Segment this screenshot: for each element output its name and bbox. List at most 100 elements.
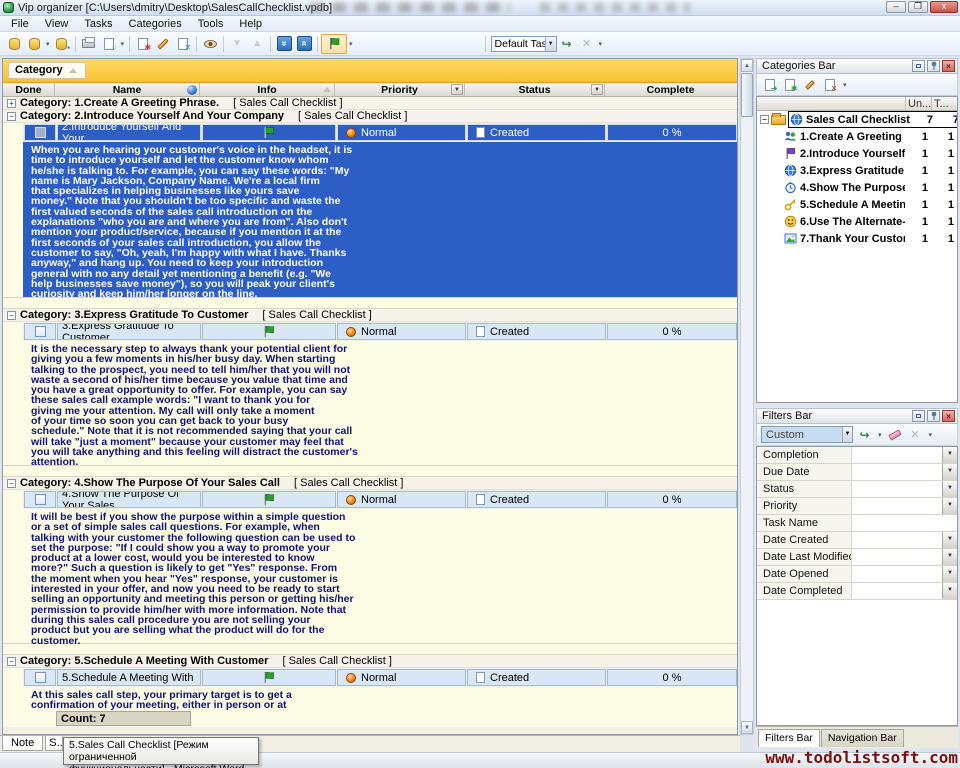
close-button[interactable]: x — [930, 1, 958, 13]
tab-filters-bar[interactable]: Filters Bar — [758, 729, 820, 747]
task-row-2[interactable]: 2.Introduce Yourself And Your Normal Cre… — [3, 123, 737, 142]
panel-pin-icon[interactable] — [927, 60, 940, 72]
column-info[interactable]: Info — [200, 83, 335, 96]
task-status-cell[interactable]: Created — [467, 124, 606, 141]
collapse-all-icon[interactable]: » — [294, 34, 314, 54]
filter-dropdown-icon[interactable]: ▼ — [942, 498, 957, 514]
panel-pin-icon[interactable] — [927, 410, 940, 422]
task-info-cell[interactable] — [202, 491, 336, 508]
group-header-4[interactable]: − Category: 4.Show The Purpose Of Your S… — [3, 477, 737, 490]
tree-item-4[interactable]: 4.Show The Purpose Of Y 1 1 — [757, 179, 957, 196]
filter-value[interactable] — [852, 481, 942, 497]
panel-restore-icon[interactable] — [912, 60, 925, 72]
filter-value[interactable] — [852, 549, 942, 565]
collapse-icon[interactable]: − — [7, 311, 16, 320]
filter-value[interactable] — [852, 498, 942, 514]
task-row-4[interactable]: 4.Show The Purpose Of Your Sales Normal … — [3, 490, 737, 509]
column-priority[interactable]: Priority▼ — [335, 83, 465, 96]
panel-close-icon[interactable]: × — [942, 410, 955, 422]
add-subcategory-icon[interactable]: ✱ — [781, 77, 798, 93]
filter-dropdown-icon[interactable]: ▼ — [942, 566, 957, 582]
print-icon[interactable] — [79, 34, 99, 54]
tab-navigation-bar[interactable]: Navigation Bar — [821, 729, 904, 747]
combo-arrow-icon[interactable]: ▼ — [545, 37, 556, 51]
group-header-5[interactable]: − Category: 5.Schedule A Meeting With Cu… — [3, 655, 737, 668]
task-status-cell[interactable]: Created — [467, 491, 606, 508]
task-note-5[interactable]: At this sales call step, your primary ta… — [3, 687, 737, 709]
task-info-cell[interactable] — [202, 124, 336, 141]
group-by-category-button[interactable]: Category — [8, 62, 86, 79]
combo-arrow-icon[interactable]: ▼ — [842, 427, 852, 442]
clear-view-icon[interactable]: ✕ — [577, 34, 597, 54]
menu-file[interactable]: File — [4, 17, 36, 31]
tree-item-1[interactable]: 1.Create A Greeting Phras 1 1 — [757, 128, 957, 145]
column-status[interactable]: Status▼ — [465, 83, 605, 96]
task-row-5[interactable]: 5.Schedule A Meeting With Normal Created… — [3, 668, 737, 687]
tree-item-7[interactable]: 7.Thank Your Customer. 1 1 — [757, 230, 957, 247]
tree-item-2[interactable]: 2.Introduce Yourself And 1 1 — [757, 145, 957, 162]
filter-value[interactable] — [852, 464, 942, 480]
flag-filter-button[interactable] — [321, 34, 347, 54]
task-complete-cell[interactable]: 0 % — [607, 124, 737, 141]
scroll-down-button[interactable]: ▼ — [741, 721, 753, 734]
task-note-3[interactable]: It is the necessary step to always thank… — [3, 341, 737, 465]
task-priority-cell[interactable]: Normal — [337, 491, 466, 508]
clear-filter-icon[interactable] — [887, 427, 904, 443]
task-complete-cell[interactable]: 0 % — [607, 323, 737, 340]
menu-view[interactable]: View — [38, 17, 76, 31]
filter-dropdown-icon[interactable]: ▼ — [942, 481, 957, 497]
edit-category-icon[interactable] — [801, 77, 818, 93]
categories-toolbar-overflow[interactable]: ▾ — [843, 81, 847, 89]
filter-dropdown-icon[interactable]: ▼ — [942, 549, 957, 565]
collapse-icon[interactable]: − — [760, 115, 769, 124]
collapse-icon[interactable]: − — [7, 657, 16, 666]
filter-value[interactable] — [852, 566, 942, 582]
task-checkbox[interactable] — [35, 494, 46, 505]
tab-partial[interactable]: S... — [45, 736, 63, 751]
filter-value[interactable] — [852, 447, 942, 463]
column-done[interactable]: Done — [3, 83, 55, 96]
task-priority-cell[interactable]: Normal — [337, 323, 466, 340]
toolbar-overflow[interactable]: ▾ — [599, 40, 603, 48]
task-checkbox[interactable] — [35, 672, 46, 683]
expand-icon[interactable]: + — [7, 99, 16, 108]
flag-filter-dropdown[interactable]: ▾ — [349, 40, 353, 48]
task-complete-cell[interactable]: 0 % — [607, 491, 737, 508]
task-info-cell[interactable] — [202, 323, 336, 340]
scroll-thumb[interactable] — [741, 73, 753, 117]
status-filter-dropdown[interactable]: ▼ — [591, 84, 603, 95]
task-name-cell[interactable]: 3.Express Gratitude To Customer — [57, 323, 201, 340]
panel-restore-icon[interactable] — [912, 410, 925, 422]
task-note-4[interactable]: It will be best if you show the purpose … — [3, 509, 737, 643]
collapse-icon[interactable]: − — [7, 112, 16, 121]
task-name-cell[interactable]: 5.Schedule A Meeting With — [57, 669, 201, 686]
column-name[interactable]: Name — [55, 83, 200, 96]
tree-item-6[interactable]: 6.Use The Alternate-Of-Ch 1 1 — [757, 213, 957, 230]
minimize-button[interactable]: – — [886, 1, 906, 13]
task-complete-cell[interactable]: 0 % — [607, 669, 737, 686]
apply-filter-icon[interactable]: ↪ — [856, 427, 873, 443]
filter-dropdown-icon[interactable]: ▼ — [942, 532, 957, 548]
group-header-3[interactable]: − Category: 3.Express Gratitude To Custo… — [3, 309, 737, 322]
tree-item-5[interactable]: 5.Schedule A Meeting Wit 1 1 — [757, 196, 957, 213]
new-database-icon[interactable] — [4, 34, 24, 54]
add-category-icon[interactable]: ➜ — [761, 77, 778, 93]
tab-note[interactable]: Note — [2, 736, 43, 751]
task-name-cell[interactable]: 2.Introduce Yourself And Your — [57, 124, 201, 141]
move-up-icon[interactable]: ▲ — [247, 34, 267, 54]
filter-value[interactable] — [852, 583, 942, 599]
filter-dropdown-icon[interactable]: ▼ — [942, 583, 957, 599]
print-preview-icon[interactable]: ◌ — [99, 34, 119, 54]
group-header-1[interactable]: + Category: 1.Create A Greeting Phrase. … — [3, 97, 737, 110]
panel-close-icon[interactable]: × — [942, 60, 955, 72]
column-total[interactable]: T... — [931, 97, 957, 110]
task-info-cell[interactable] — [202, 669, 336, 686]
grid-vertical-scrollbar[interactable]: ▲ ▼ — [740, 58, 754, 735]
task-name-cell[interactable]: 4.Show The Purpose Of Your Sales — [57, 491, 201, 508]
task-status-cell[interactable]: Created — [467, 323, 606, 340]
collapse-icon[interactable]: − — [7, 479, 16, 488]
filter-value[interactable] — [852, 532, 942, 548]
tree-item-root[interactable]: − Sales Call Checklist 7 7 — [757, 111, 957, 128]
filter-value[interactable] — [852, 515, 957, 531]
print-dropdown[interactable]: ▾ — [121, 40, 125, 48]
